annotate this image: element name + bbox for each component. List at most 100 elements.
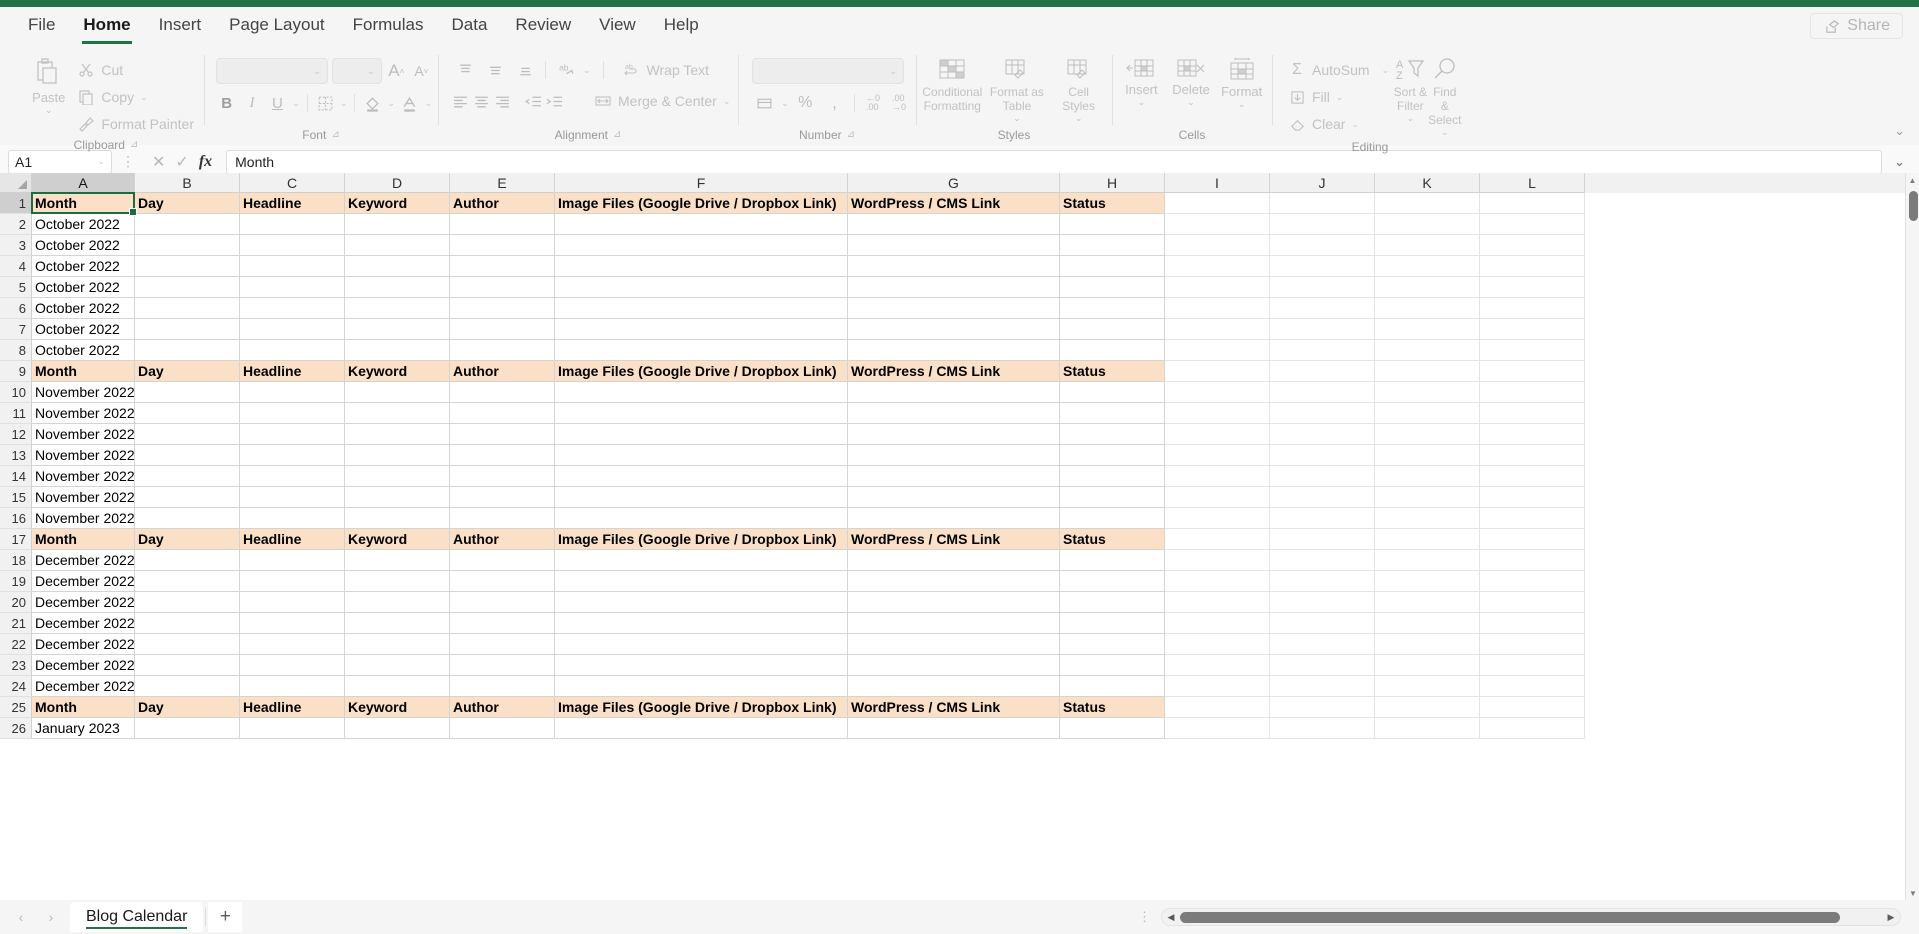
cell-G25[interactable]: WordPress / CMS Link	[848, 697, 1060, 718]
cell-C5[interactable]	[240, 277, 345, 298]
row-header-16[interactable]: 16	[0, 508, 32, 529]
column-header-C[interactable]: C	[240, 173, 345, 193]
cell-C26[interactable]	[240, 718, 345, 739]
cell-G11[interactable]	[848, 403, 1060, 424]
cell-C4[interactable]	[240, 256, 345, 277]
cell-K9[interactable]	[1375, 361, 1480, 382]
cell-I22[interactable]	[1165, 634, 1270, 655]
cell-K18[interactable]	[1375, 550, 1480, 571]
cell-F8[interactable]	[555, 340, 848, 361]
cell-B17[interactable]: Day	[135, 529, 240, 550]
cell-J10[interactable]	[1270, 382, 1375, 403]
cell-D22[interactable]	[345, 634, 450, 655]
decrease-font-size-button[interactable]: A ˅	[411, 59, 432, 83]
cell-H19[interactable]	[1060, 571, 1165, 592]
cell-I19[interactable]	[1165, 571, 1270, 592]
cell-F12[interactable]	[555, 424, 848, 445]
cell-styles-button[interactable]: Cell Styles ⌄	[1051, 53, 1106, 123]
cell-D3[interactable]	[345, 235, 450, 256]
formula-bar-more-icon[interactable]: ⋮	[118, 153, 138, 170]
cell-K11[interactable]	[1375, 403, 1480, 424]
cell-E26[interactable]	[450, 718, 555, 739]
italic-button[interactable]: I	[241, 91, 262, 115]
horizontal-scroll-thumb[interactable]	[1180, 911, 1840, 923]
cell-K17[interactable]	[1375, 529, 1480, 550]
cell-K12[interactable]	[1375, 424, 1480, 445]
row-header-23[interactable]: 23	[0, 655, 32, 676]
cell-B7[interactable]	[135, 319, 240, 340]
cell-J6[interactable]	[1270, 298, 1375, 319]
align-bottom-button[interactable]	[512, 58, 538, 82]
cell-A16[interactable]: November 2022	[32, 508, 135, 529]
cell-A18[interactable]: December 2022	[32, 550, 135, 571]
cell-I9[interactable]	[1165, 361, 1270, 382]
scroll-up-icon[interactable]: ▲	[1906, 173, 1919, 187]
cell-B6[interactable]	[135, 298, 240, 319]
cell-F5[interactable]	[555, 277, 848, 298]
cell-B8[interactable]	[135, 340, 240, 361]
cell-F23[interactable]	[555, 655, 848, 676]
cell-G19[interactable]	[848, 571, 1060, 592]
row-header-20[interactable]: 20	[0, 592, 32, 613]
orientation-button[interactable]: ab	[553, 58, 579, 82]
cell-I16[interactable]	[1165, 508, 1270, 529]
cell-E16[interactable]	[450, 508, 555, 529]
paste-chevron-down-icon[interactable]: ⌄	[45, 106, 53, 115]
column-header-D[interactable]: D	[345, 173, 450, 193]
cell-L19[interactable]	[1480, 571, 1585, 592]
ribbon-tab-home[interactable]: Home	[69, 11, 144, 44]
cell-H20[interactable]	[1060, 592, 1165, 613]
cell-G10[interactable]	[848, 382, 1060, 403]
ribbon-tab-data[interactable]: Data	[438, 11, 502, 42]
font-color-chevron-down-icon[interactable]: ⌄	[424, 98, 432, 109]
cell-C18[interactable]	[240, 550, 345, 571]
merge-center-chevron-down-icon[interactable]: ⌄	[723, 96, 731, 107]
cell-A17[interactable]: Month	[32, 529, 135, 550]
column-header-A[interactable]: A	[32, 173, 135, 193]
cell-E22[interactable]	[450, 634, 555, 655]
cell-B22[interactable]	[135, 634, 240, 655]
cell-B24[interactable]	[135, 676, 240, 697]
row-header-26[interactable]: 26	[0, 718, 32, 739]
fill-chevron-down-icon[interactable]: ⌄	[1336, 92, 1344, 103]
font-dialog-launcher-icon[interactable]: ⊿	[331, 125, 339, 145]
cell-D1[interactable]: Keyword	[345, 193, 450, 214]
ribbon-tab-file[interactable]: File	[14, 11, 69, 42]
column-header-I[interactable]: I	[1165, 173, 1270, 193]
cell-L9[interactable]	[1480, 361, 1585, 382]
underline-button[interactable]: U	[267, 91, 288, 115]
cell-C24[interactable]	[240, 676, 345, 697]
cell-J24[interactable]	[1270, 676, 1375, 697]
cell-J1[interactable]	[1270, 193, 1375, 214]
fill-color-chevron-down-icon[interactable]: ⌄	[388, 98, 396, 109]
cell-I2[interactable]	[1165, 214, 1270, 235]
cell-D7[interactable]	[345, 319, 450, 340]
cell-H7[interactable]	[1060, 319, 1165, 340]
cell-D11[interactable]	[345, 403, 450, 424]
cell-A5[interactable]: October 2022	[32, 277, 135, 298]
cell-B18[interactable]	[135, 550, 240, 571]
vertical-scrollbar[interactable]: ▲ ▼	[1905, 173, 1919, 900]
cell-C14[interactable]	[240, 466, 345, 487]
find-select-button[interactable]: Find & Select ⌄	[1428, 53, 1462, 137]
cell-D21[interactable]	[345, 613, 450, 634]
accounting-format-button[interactable]	[752, 91, 777, 115]
orientation-chevron-down-icon[interactable]: ⌄	[583, 65, 591, 76]
cell-E17[interactable]: Author	[450, 529, 555, 550]
cell-L21[interactable]	[1480, 613, 1585, 634]
cell-G6[interactable]	[848, 298, 1060, 319]
column-header-H[interactable]: H	[1060, 173, 1165, 193]
cell-B2[interactable]	[135, 214, 240, 235]
row-header-5[interactable]: 5	[0, 277, 32, 298]
cell-K7[interactable]	[1375, 319, 1480, 340]
column-header-K[interactable]: K	[1375, 173, 1480, 193]
cell-C13[interactable]	[240, 445, 345, 466]
select-all-corner[interactable]	[0, 173, 32, 193]
alignment-dialog-launcher-icon[interactable]: ⊿	[613, 125, 621, 145]
cell-G20[interactable]	[848, 592, 1060, 613]
insert-cells-button[interactable]: Insert ⌄	[1118, 53, 1165, 107]
cell-C12[interactable]	[240, 424, 345, 445]
cell-C22[interactable]	[240, 634, 345, 655]
decrease-indent-button[interactable]	[525, 89, 542, 113]
cell-I6[interactable]	[1165, 298, 1270, 319]
